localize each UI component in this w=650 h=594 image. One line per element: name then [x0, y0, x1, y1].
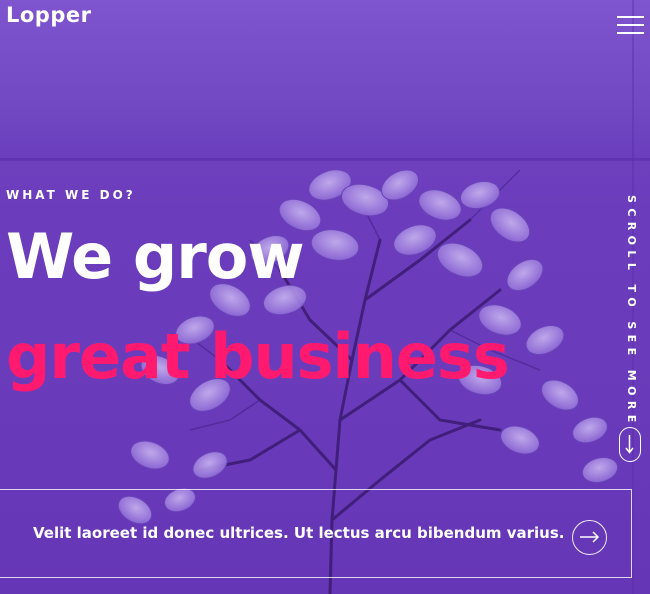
scroll-down-button[interactable]	[619, 427, 641, 462]
hero-section: Lopper WHAT WE DO? We grow great busines…	[0, 0, 650, 594]
arrow-right-icon	[580, 531, 600, 543]
section-eyebrow: WHAT WE DO?	[6, 188, 136, 202]
promo-arrow-button[interactable]	[572, 520, 607, 555]
site-logo[interactable]: Lopper	[6, 3, 91, 27]
arrow-down-icon	[625, 435, 634, 454]
promo-text: Velit laoreet id donec ultrices. Ut lect…	[33, 524, 565, 542]
headline-line-1: We grow	[6, 220, 305, 293]
scroll-hint-label: SCROLL TO SEE MORE	[625, 195, 638, 428]
headline-line-2: great business	[6, 320, 510, 393]
hamburger-icon[interactable]	[617, 16, 644, 34]
